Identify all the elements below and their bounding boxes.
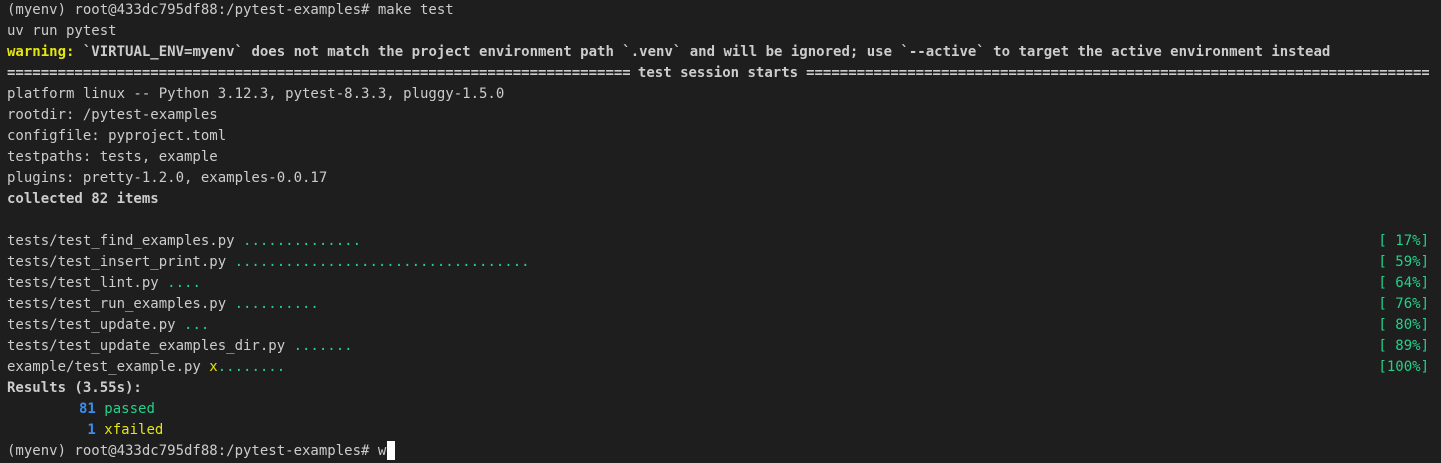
xfailed-label: xfailed — [104, 422, 164, 438]
test-percent: [ 76%] — [1378, 296, 1429, 312]
session-title: test session starts — [637, 65, 799, 81]
collected-info: collected 82 items — [7, 191, 159, 207]
plugins-info: plugins: pretty-1.2.0, examples-0.0.17 — [7, 170, 328, 186]
test-row: tests/test_update_examples_dir.py ......… — [0, 336, 1441, 357]
warning-label: warning: — [7, 44, 75, 60]
cursor-block — [387, 441, 396, 460]
passed-label: passed — [104, 401, 155, 417]
test-file: tests/test_update.py — [7, 317, 185, 333]
configfile-info: configfile: pyproject.toml — [7, 128, 227, 144]
passed-count: 81 — [79, 401, 96, 417]
test-percent: [ 64%] — [1378, 275, 1429, 291]
prompt-text: (myenv) root@433dc795df88:/pytest-exampl… — [7, 443, 378, 459]
prompt-line: (myenv) root@433dc795df88:/pytest-exampl… — [7, 2, 454, 18]
results-header: Results (3.55s): — [7, 380, 142, 396]
terminal-window[interactable]: (myenv) root@433dc795df88:/pytest-exampl… — [0, 0, 1441, 463]
xfailed-count: 1 — [79, 422, 96, 438]
warning-line: warning: `VIRTUAL_ENV=myenv` does not ma… — [0, 42, 1441, 63]
session-separator: ========================================… — [0, 63, 1441, 84]
test-dots: ........ — [217, 359, 286, 375]
separator-left: ========================================… — [7, 65, 630, 81]
test-row: example/test_example.py x........ [100%] — [0, 357, 1441, 378]
final-prompt-line[interactable]: (myenv) root@433dc795df88:/pytest-exampl… — [0, 441, 1441, 462]
test-dots: .......... — [234, 296, 319, 312]
test-percent: [ 89%] — [1378, 338, 1429, 354]
results-xfailed: 1 xfailed — [0, 420, 1441, 441]
output-line: uv run pytest — [7, 23, 117, 39]
warning-message: `VIRTUAL_ENV=myenv` does not match the p… — [74, 44, 1331, 60]
test-file: tests/test_lint.py — [7, 275, 168, 291]
test-row: tests/test_lint.py .... [ 64%] — [0, 273, 1441, 294]
test-percent: [ 59%] — [1378, 254, 1429, 270]
test-row: tests/test_find_examples.py ............… — [0, 231, 1441, 252]
test-file: tests/test_find_examples.py — [7, 233, 244, 249]
test-percent: [100%] — [1378, 359, 1429, 375]
test-file: example/test_example.py — [7, 359, 210, 375]
rootdir-info: rootdir: /pytest-examples — [7, 107, 218, 123]
test-dots: ....... — [293, 338, 353, 354]
test-row: tests/test_run_examples.py .......... [ … — [0, 294, 1441, 315]
test-row: tests/test_update.py ... [ 80%] — [0, 315, 1441, 336]
test-file: tests/test_insert_print.py — [7, 254, 235, 270]
test-dots: .... — [167, 275, 201, 291]
test-percent: [ 80%] — [1378, 317, 1429, 333]
platform-info: platform linux -- Python 3.12.3, pytest-… — [7, 86, 505, 102]
separator-right: ========================================… — [806, 65, 1429, 81]
test-file: tests/test_update_examples_dir.py — [7, 338, 294, 354]
test-dots: .............. — [243, 233, 362, 249]
test-dots: ................................... — [234, 254, 530, 270]
testpaths-info: testpaths: tests, example — [7, 149, 218, 165]
command-input[interactable]: w — [378, 443, 386, 459]
test-dots: ... — [184, 317, 210, 333]
test-percent: [ 17%] — [1378, 233, 1429, 249]
test-file: tests/test_run_examples.py — [7, 296, 235, 312]
test-xfail-mark: x — [209, 359, 218, 375]
test-row: tests/test_insert_print.py .............… — [0, 252, 1441, 273]
results-passed: 81 passed — [0, 399, 1441, 420]
